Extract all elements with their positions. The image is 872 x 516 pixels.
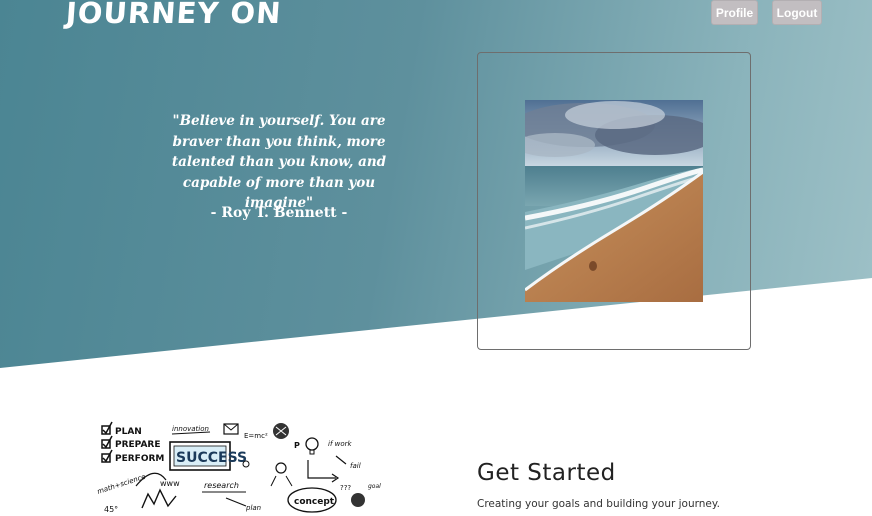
svg-text:???: ??? bbox=[340, 484, 351, 492]
get-started-subtitle: Creating your goals and building your jo… bbox=[477, 498, 720, 510]
sketch-success: SUCCESS bbox=[176, 450, 247, 466]
sketch-fail: fail bbox=[350, 462, 361, 470]
sketch-if-work: if work bbox=[328, 440, 353, 448]
sketch-plan: PLAN bbox=[115, 427, 142, 437]
svg-text:E=mc²: E=mc² bbox=[244, 432, 268, 440]
profile-button[interactable]: Profile bbox=[711, 0, 758, 25]
get-started-title: Get Started bbox=[477, 460, 616, 486]
sketch-prepare: PREPARE bbox=[115, 440, 161, 450]
sketch-perform: PERFORM bbox=[115, 454, 164, 464]
planning-sketch: PLAN PREPARE PERFORM innovation SUCCESS … bbox=[96, 421, 381, 514]
sketch-concept: concept bbox=[294, 497, 335, 507]
sketch-goal: goal bbox=[368, 483, 381, 490]
hero-quote: "Believe in yourself. You are braver tha… bbox=[171, 113, 387, 211]
sketch-innovation: innovation bbox=[172, 425, 209, 433]
sketch-research: research bbox=[204, 481, 239, 490]
svg-text:www: www bbox=[160, 479, 180, 488]
beach-photo bbox=[525, 100, 703, 302]
logout-button[interactable]: Logout bbox=[772, 0, 822, 25]
sketch-math: math+science bbox=[96, 473, 147, 496]
svg-text:45°: 45° bbox=[104, 505, 118, 514]
brand-logo[interactable]: JOURNEY ON bbox=[65, 0, 283, 30]
quote-author: - Roy T. Bennett - bbox=[210, 205, 348, 221]
svg-text:P: P bbox=[294, 441, 300, 450]
sketch-plan-small: plan bbox=[245, 504, 261, 512]
